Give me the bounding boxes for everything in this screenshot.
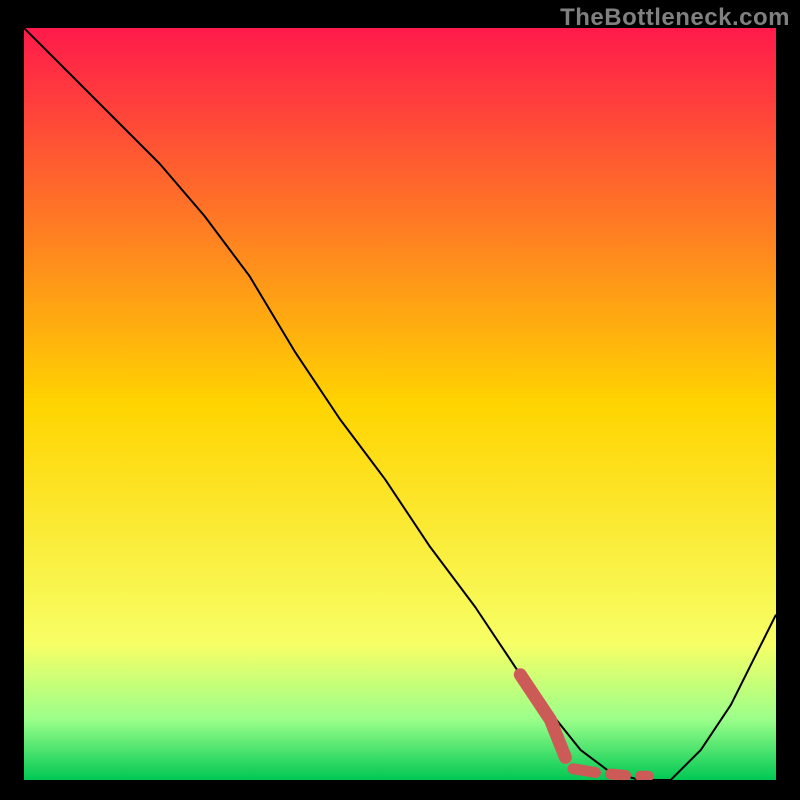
highlight-seg-2 [611,774,626,776]
highlight-seg-1 [573,769,596,773]
plot-svg [24,28,776,780]
chart-frame: TheBottleneck.com [0,0,800,800]
plot-area [24,28,776,780]
